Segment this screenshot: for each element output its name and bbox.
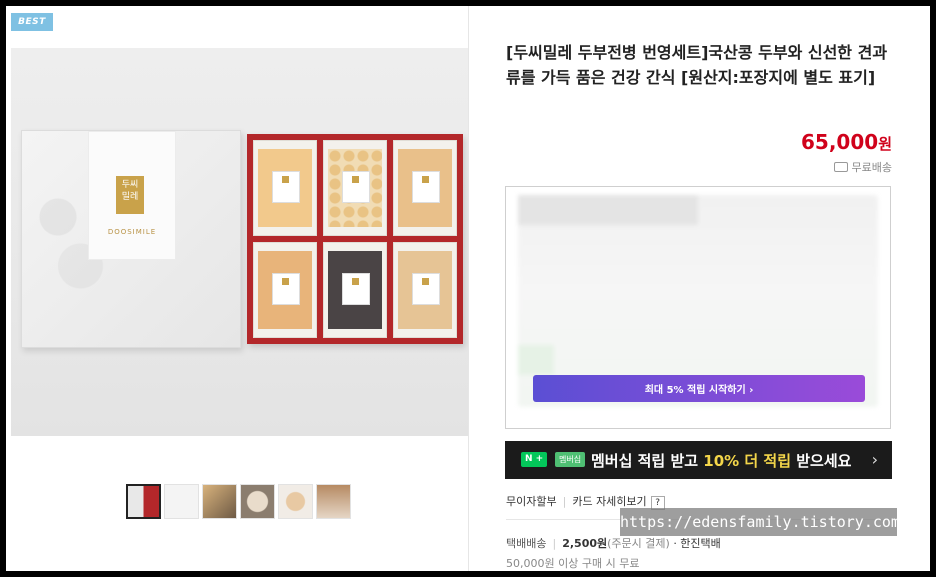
- snack-pack: [323, 242, 387, 338]
- banner-text-a: 멤버십 적립 받고: [591, 452, 704, 470]
- product-gallery: BEST 두씨 밀레 DOOSIMILE: [6, 6, 469, 571]
- banner-text-highlight: 10% 더 적립: [703, 452, 792, 470]
- box-brand-name: DOOSIMILE: [107, 228, 157, 236]
- options-divider: |: [562, 495, 567, 508]
- free-shipping-condition: 50,000원 이상 구매 시 무료: [506, 557, 640, 570]
- snack-pack: [393, 242, 457, 338]
- product-detail-panel: BEST 두씨 밀레 DOOSIMILE [두씨밀레 두부전병 번영세트]국산콩…: [6, 6, 930, 571]
- snack-pack: [253, 140, 317, 236]
- brand-logo-icon: 두씨 밀레: [116, 176, 144, 214]
- gift-tray: [247, 134, 463, 344]
- thumbnail-bowl[interactable]: [278, 484, 313, 519]
- snack-pack: [253, 242, 317, 338]
- membership-banner[interactable]: N + 멤버십 멤버십 적립 받고 10% 더 적립 받으세요 ›: [505, 441, 892, 479]
- membership-banner-text: 멤버십 적립 받고 10% 더 적립 받으세요: [591, 450, 851, 471]
- price-amount: 65,000: [801, 130, 879, 154]
- lid-label: 두씨 밀레 DOOSIMILE: [88, 131, 176, 260]
- product-title: [두씨밀레 두부전병 번영세트]국산콩 두부와 신선한 견과류를 가득 품은 건…: [506, 43, 888, 87]
- delivery-fee: 2,500원: [562, 537, 608, 550]
- free-shipping-text: 무료배송: [851, 161, 892, 174]
- product-price: 65,000원: [796, 130, 892, 154]
- main-product-image[interactable]: 두씨 밀레 DOOSIMILE: [11, 48, 468, 436]
- truck-icon: [833, 162, 848, 172]
- naver-plus-badge: N +: [521, 452, 548, 467]
- thumbnail-packs[interactable]: [164, 484, 199, 519]
- thumbnail-gift-box[interactable]: [126, 484, 161, 519]
- thumbnail-plate[interactable]: [240, 484, 275, 519]
- installment-link[interactable]: 무이자할부: [506, 495, 557, 508]
- start-rewards-button[interactable]: 최대 5% 적립 시작하기 ›: [533, 375, 865, 402]
- best-badge: BEST: [11, 13, 53, 31]
- gift-box-lid: 두씨 밀레 DOOSIMILE: [21, 130, 241, 348]
- watermark: https://edensfamily.tistory.com: [620, 508, 900, 536]
- price-currency: 원: [878, 135, 892, 153]
- membership-badge: 멤버십: [555, 452, 586, 467]
- snack-pack: [393, 140, 457, 236]
- delivery-divider: |: [552, 537, 557, 550]
- snack-pack: [323, 140, 387, 236]
- thumbnail-cake[interactable]: [316, 484, 351, 519]
- thumbnail-sliced[interactable]: [202, 484, 237, 519]
- delivery-carrier: · 한진택배: [673, 537, 721, 550]
- card-details-link[interactable]: 카드 자세히보기: [572, 495, 646, 508]
- banner-text-b: 받으세요: [791, 452, 852, 470]
- delivery-note: (주문시 결제): [607, 537, 670, 550]
- delivery-info: 택배배송 | 2,500원(주문시 결제) · 한진택배: [506, 535, 721, 551]
- chevron-right-icon: ›: [871, 450, 878, 469]
- delivery-label: 택배배송: [506, 537, 547, 550]
- free-shipping-label: 무료배송: [796, 159, 892, 175]
